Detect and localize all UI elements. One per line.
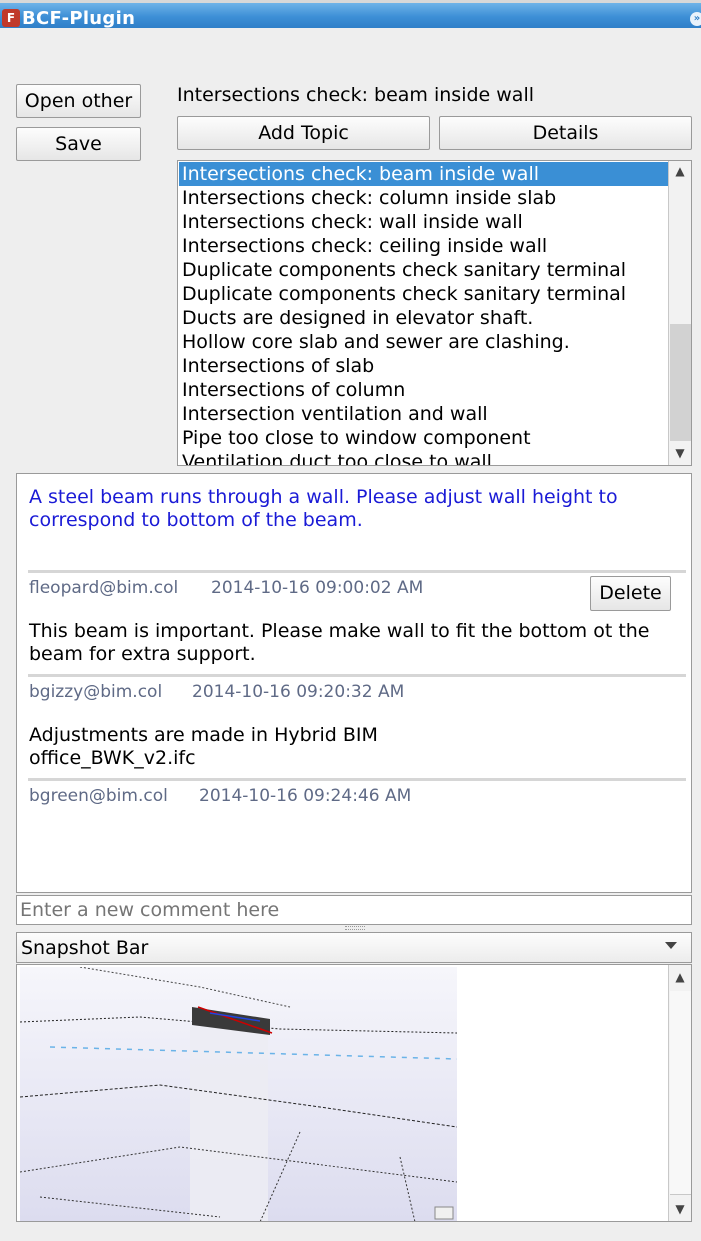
scroll-up-arrow-icon[interactable]: ▲ [669, 161, 691, 183]
current-topic-title: Intersections check: beam inside wall [177, 84, 535, 106]
topic-list-item[interactable]: Ventilation duct too close to wall [179, 450, 670, 465]
topic-list-scrollbar[interactable]: ▲ ▼ [668, 161, 691, 465]
collapse-icon[interactable]: » [690, 12, 701, 26]
comment-separator [28, 778, 686, 781]
topic-list-item[interactable]: Ducts are designed in elevator shaft. [179, 306, 670, 330]
topic-list[interactable]: Intersections check: beam inside wall In… [177, 160, 692, 466]
topic-list-item[interactable]: Pipe too close to window component [179, 426, 670, 450]
comment-timestamp: 2014-10-16 09:24:46 AM [199, 786, 412, 806]
snapshot-bar-dropdown[interactable]: Snapshot Bar [16, 932, 692, 963]
comment-author: fleopard@bim.col [29, 578, 179, 598]
scrollbar-track[interactable] [670, 991, 691, 1195]
snapshot-thumbnail[interactable] [20, 967, 457, 1222]
topic-description: A steel beam runs through a wall. Please… [29, 486, 618, 531]
topic-list-item[interactable]: Intersections check: beam inside wall [179, 162, 670, 186]
topic-list-item[interactable]: Intersections of slab [179, 354, 670, 378]
details-button[interactable]: Details [439, 116, 692, 150]
snapshot-bar-label: Snapshot Bar [21, 937, 149, 959]
comment-author: bgreen@bim.col [29, 786, 168, 806]
open-other-button[interactable]: Open other [16, 84, 141, 118]
window-title: BCF-Plugin [22, 8, 136, 29]
save-button[interactable]: Save [16, 127, 141, 161]
snapshot-panel: ▲ ▼ [16, 964, 692, 1222]
comment-text: Adjustments are made in Hybrid BIM offic… [29, 724, 378, 769]
scrollbar-thumb[interactable] [670, 324, 691, 441]
comment-text: This beam is important. Please make wall… [29, 620, 650, 665]
title-bar: F BCF-Plugin » [0, 0, 701, 29]
topic-list-item[interactable]: Duplicate components check sanitary term… [179, 282, 670, 306]
scroll-up-arrow-icon[interactable]: ▲ [669, 967, 691, 989]
topic-list-item[interactable]: Intersections of column [179, 378, 670, 402]
chevron-down-icon[interactable] [665, 942, 677, 949]
comment-separator [28, 674, 686, 677]
comment-separator [28, 570, 686, 573]
topic-list-item[interactable]: Intersections check: ceiling inside wall [179, 234, 670, 258]
topic-list-item[interactable]: Intersections check: column inside slab [179, 186, 670, 210]
splitter-grip[interactable] [345, 926, 365, 930]
scroll-down-arrow-icon[interactable]: ▼ [669, 1199, 691, 1221]
comment-author: bgizzy@bim.col [29, 682, 163, 702]
comments-panel: A steel beam runs through a wall. Please… [16, 473, 692, 893]
add-topic-button[interactable]: Add Topic [177, 116, 430, 150]
delete-comment-button[interactable]: Delete [590, 576, 671, 611]
comment-timestamp: 2014-10-16 09:20:32 AM [192, 682, 405, 702]
topic-list-item[interactable]: Duplicate components check sanitary term… [179, 258, 670, 282]
new-comment-input[interactable] [16, 895, 692, 925]
topic-list-item[interactable]: Hollow core slab and sewer are clashing. [179, 330, 670, 354]
bcf-plugin-icon: F [2, 9, 20, 27]
scroll-down-arrow-icon[interactable]: ▼ [669, 443, 691, 465]
snapshot-scrollbar[interactable]: ▲ ▼ [668, 965, 691, 1221]
topic-list-item[interactable]: Intersections check: wall inside wall [179, 210, 670, 234]
topic-list-item[interactable]: Intersection ventilation and wall [179, 402, 670, 426]
comment-timestamp: 2014-10-16 09:00:02 AM [211, 578, 424, 598]
